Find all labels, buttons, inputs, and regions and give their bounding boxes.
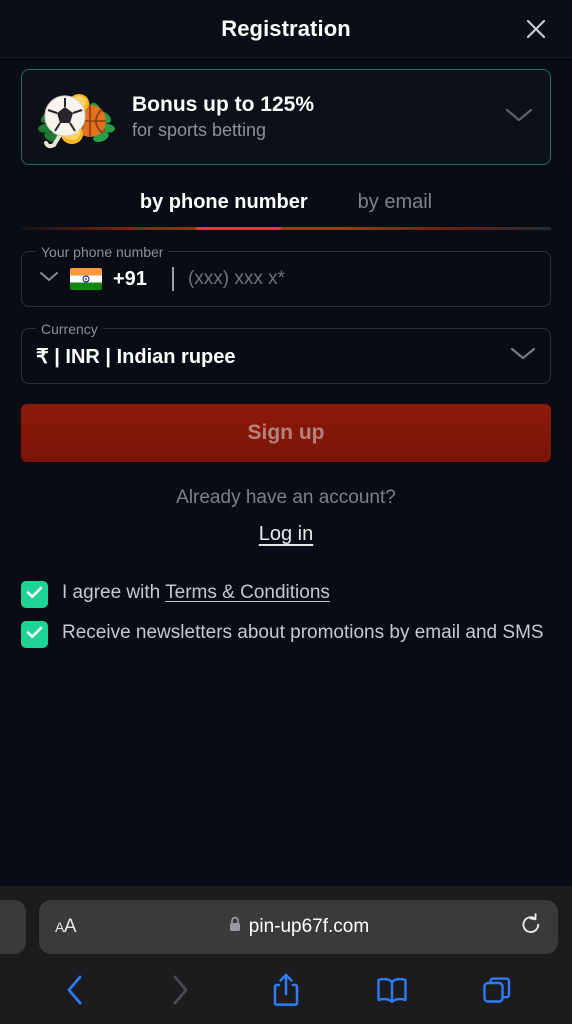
- login-link-row: Log in: [21, 523, 551, 546]
- book-icon: [376, 976, 408, 1009]
- tabs-icon: [482, 975, 512, 1010]
- currency-select-field[interactable]: Currency ₹ | INR | Indian rupee: [21, 320, 551, 384]
- sign-up-button[interactable]: Sign up: [21, 404, 551, 462]
- currency-dropdown-button[interactable]: [506, 346, 536, 366]
- chevron-down-icon: [504, 106, 534, 129]
- registration-form: Bonus up to 125% for sports betting by p…: [0, 58, 572, 886]
- browser-nav-row: [0, 968, 572, 1024]
- back-button[interactable]: [49, 970, 101, 1014]
- currency-selected-value: ₹ | INR | Indian rupee: [36, 345, 236, 368]
- tabs-button[interactable]: [471, 970, 523, 1014]
- country-code[interactable]: +91: [113, 268, 147, 291]
- reload-button[interactable]: [520, 912, 542, 942]
- chevron-down-icon: [510, 346, 536, 366]
- forward-button: [154, 970, 206, 1014]
- bonus-banner[interactable]: Bonus up to 125% for sports betting: [21, 69, 551, 165]
- reload-icon: [520, 912, 542, 942]
- sports-bonus-icon: [32, 79, 124, 155]
- adjacent-tab[interactable]: [0, 900, 26, 954]
- country-select-button[interactable]: [36, 270, 62, 288]
- bonus-title: Bonus up to 125%: [132, 92, 315, 116]
- terms-and-conditions-link[interactable]: Terms & Conditions: [165, 582, 330, 603]
- tab-by-email[interactable]: by email: [356, 191, 434, 214]
- text-size-large-a: A: [63, 916, 77, 937]
- check-icon: [26, 586, 43, 604]
- newsletter-consent-label: Receive newsletters about promotions by …: [62, 622, 544, 643]
- check-icon: [26, 626, 43, 644]
- share-icon: [273, 973, 299, 1012]
- tab-by-phone-number[interactable]: by phone number: [138, 191, 310, 214]
- browser-tab-strip: AA pin-up67f.com: [0, 886, 572, 968]
- share-button[interactable]: [260, 970, 312, 1014]
- bonus-subtitle: for sports betting: [132, 119, 267, 140]
- close-icon: [525, 18, 547, 40]
- phone-field-label: Your phone number: [36, 243, 169, 261]
- currency-field-label: Currency: [36, 320, 103, 338]
- chevron-down-icon: [39, 270, 59, 288]
- newsletter-consent-row: Receive newsletters about promotions by …: [21, 619, 551, 648]
- consent-checkboxes: I agree with Terms & Conditions Receive …: [21, 579, 551, 648]
- browser-bottom-bar: AA pin-up67f.com: [0, 886, 572, 1024]
- india-flag-icon[interactable]: [70, 268, 102, 290]
- already-have-account-text: Already have an account?: [176, 487, 396, 508]
- log-in-link[interactable]: Log in: [259, 523, 314, 546]
- address-bar-center: pin-up67f.com: [39, 916, 558, 938]
- terms-consent-row: I agree with Terms & Conditions: [21, 579, 551, 608]
- lock-icon: [228, 916, 242, 938]
- bonus-expand-button[interactable]: [502, 106, 536, 129]
- bookmarks-button[interactable]: [366, 970, 418, 1014]
- text-cursor: [171, 267, 174, 291]
- tab-underline: [21, 227, 551, 230]
- text-size-button[interactable]: AA: [55, 916, 77, 938]
- terms-checkbox[interactable]: [21, 581, 48, 608]
- chevron-right-icon: [170, 974, 190, 1011]
- close-button[interactable]: [516, 9, 556, 49]
- newsletter-checkbox[interactable]: [21, 621, 48, 648]
- modal-header: Registration: [0, 0, 572, 58]
- terms-consent-label: I agree with Terms & Conditions: [62, 579, 330, 606]
- phone-number-field[interactable]: Your phone number +91 (xxx) xxx x*: [21, 243, 551, 307]
- address-bar[interactable]: AA pin-up67f.com: [39, 900, 558, 954]
- phone-input-placeholder[interactable]: (xxx) xxx x*: [188, 268, 285, 290]
- auth-method-tabs: by phone number by email: [21, 191, 551, 230]
- url-text: pin-up67f.com: [248, 916, 370, 937]
- page-title: Registration: [221, 15, 351, 41]
- text-size-small-a: A: [55, 919, 64, 935]
- bonus-text: Bonus up to 125% for sports betting: [124, 92, 502, 142]
- phone-screen: Registration Bonus up to 125% for sports…: [0, 0, 572, 1024]
- terms-consent-prefix: I agree with: [62, 582, 166, 603]
- chevron-left-icon: [65, 974, 85, 1011]
